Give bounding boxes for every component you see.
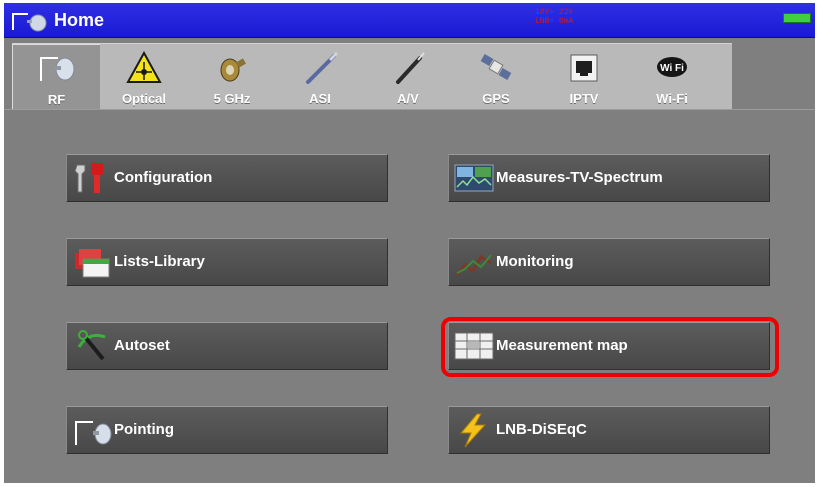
pointing-button[interactable]: Pointing xyxy=(66,406,388,454)
antenna-icon xyxy=(12,13,47,32)
lnb-current-status: LNB= 0mA xyxy=(535,17,574,26)
laser-warning-icon xyxy=(126,50,162,83)
app-window: Home 18V+ 22k LNB= 0mA RF Optical 5 GHz … xyxy=(4,3,815,483)
lnb-diseqc-button[interactable]: LNB-DiSEqC xyxy=(448,406,770,454)
tab-label: Optical xyxy=(121,91,167,106)
pointing-label: Pointing xyxy=(114,421,174,438)
tools-icon xyxy=(74,163,103,193)
tab-divider xyxy=(4,109,815,110)
asi-cable-icon xyxy=(306,51,339,84)
measurement-map-button[interactable]: Measurement map xyxy=(448,322,770,370)
ethernet-port-icon xyxy=(570,54,598,82)
antenna-icon xyxy=(40,57,75,81)
autoset-label: Autoset xyxy=(114,337,170,354)
measurement-map-icon xyxy=(454,332,494,360)
tab-label: IPTV xyxy=(569,91,599,106)
tab-label: RF xyxy=(47,92,66,107)
tab-bar: RF Optical 5 GHz ASI A/V GPS IPTV Wi Fi … xyxy=(12,43,732,110)
connector-icon xyxy=(220,58,246,82)
tab-av[interactable]: A/V xyxy=(364,44,452,110)
lnb-status: 18V+ 22k LNB= 0mA xyxy=(535,8,573,26)
satellite-icon xyxy=(480,54,512,80)
lists-library-label: Lists-Library xyxy=(114,253,205,270)
title-bar: Home 18V+ 22k LNB= 0mA xyxy=(4,3,815,38)
tab-label: A/V xyxy=(397,91,419,106)
autoset-button[interactable]: Autoset xyxy=(66,322,388,370)
svg-text:Wi Fi: Wi Fi xyxy=(660,63,684,74)
tab-label: GPS xyxy=(482,91,510,106)
measures-tv-spectrum-label: Measures-TV-Spectrum xyxy=(496,169,663,186)
spectrum-icon xyxy=(454,164,494,192)
tab-label: Wi-Fi xyxy=(656,91,688,106)
monitoring-icon xyxy=(455,254,492,276)
tab-5ghz[interactable]: 5 GHz xyxy=(188,44,276,110)
lightning-icon xyxy=(459,413,487,448)
window-title: Home xyxy=(54,10,105,30)
lists-library-button[interactable]: Lists-Library xyxy=(66,238,388,286)
lnb-voltage-status: 18V+ 22k xyxy=(535,8,574,17)
monitoring-label: Monitoring xyxy=(496,253,574,270)
monitoring-button[interactable]: Monitoring xyxy=(448,238,770,286)
tab-iptv[interactable]: IPTV xyxy=(540,44,628,110)
lnb-diseqc-label: LNB-DiSEqC xyxy=(496,421,587,438)
antenna-icon xyxy=(75,421,112,445)
tab-wifi[interactable]: Wi Fi Wi-Fi xyxy=(628,44,716,110)
measurement-map-label: Measurement map xyxy=(496,337,628,354)
autoset-icon xyxy=(77,330,106,361)
tab-optical[interactable]: Optical xyxy=(100,44,188,110)
tab-label: 5 GHz xyxy=(213,91,251,106)
measures-tv-spectrum-button[interactable]: Measures-TV-Spectrum xyxy=(448,154,770,202)
tab-asi[interactable]: ASI xyxy=(276,44,364,110)
wifi-icon: Wi Fi xyxy=(657,57,687,77)
battery-icon xyxy=(783,13,811,23)
configuration-label: Configuration xyxy=(114,169,213,186)
library-icon xyxy=(75,249,110,278)
tab-label: ASI xyxy=(309,91,331,106)
tab-gps[interactable]: GPS xyxy=(452,44,540,110)
tab-rf[interactable]: RF xyxy=(12,44,100,110)
av-cable-icon xyxy=(396,52,425,84)
configuration-button[interactable]: Configuration xyxy=(66,154,388,202)
